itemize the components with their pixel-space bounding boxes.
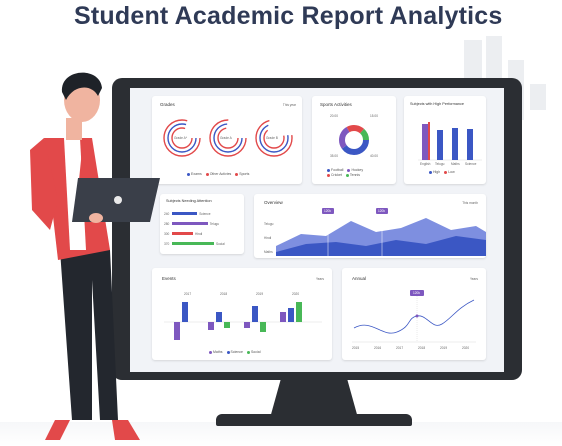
subjects-high-title: Subjects with High Performance xyxy=(410,102,465,106)
bar-telugu-high xyxy=(437,130,443,160)
monitor-base xyxy=(216,414,412,426)
annual-x-label: 2016 xyxy=(374,346,382,350)
annual-dropdown[interactable]: Years xyxy=(470,277,478,281)
bar-science-high xyxy=(467,129,473,160)
attention-label: Telugu xyxy=(209,222,220,226)
overview-label: Hindi xyxy=(264,236,272,240)
category-label: Science xyxy=(465,162,477,166)
category-label: Telugu xyxy=(435,162,445,166)
category-label: English xyxy=(420,162,431,166)
events-legend: Maths Science Social xyxy=(206,350,261,354)
category-label: Maths xyxy=(451,162,460,166)
overview-dropdown[interactable]: This month xyxy=(462,201,478,205)
year-label: 2019 xyxy=(256,292,264,296)
annual-card: Annual Years 120k 2015 2016 2017 2018 2019 20… xyxy=(342,268,486,360)
ring-label: Grade A xyxy=(220,136,232,140)
year-label: 2018 xyxy=(220,292,228,296)
annual-line-chart xyxy=(352,290,476,343)
overview-tag-label: 120k xyxy=(324,209,331,213)
overview-title: Overview xyxy=(264,200,283,205)
events-dropdown[interactable]: Years xyxy=(316,277,324,281)
overview-label: Maths xyxy=(264,250,273,254)
attention-label: Hindi xyxy=(195,232,203,236)
year-label: 2017 xyxy=(184,292,192,296)
annual-x-label: 2019 xyxy=(440,346,448,350)
annual-title: Annual xyxy=(352,276,367,281)
annual-line xyxy=(353,299,475,334)
subjects-high-card: Subjects with High Performance English T… xyxy=(404,96,486,184)
bar-english-low xyxy=(428,122,430,160)
sports-value: 40.00 xyxy=(370,154,378,158)
annual-x-label: 2018 xyxy=(418,346,426,350)
sports-card: Sports Activities 20.00 15.00 35.00 40.0… xyxy=(312,96,396,184)
annual-x-label: 2017 xyxy=(396,346,404,350)
sports-value: 15.00 xyxy=(370,114,378,118)
overview-card: Overview This month Telugu Hindi Maths 1… xyxy=(254,194,486,258)
sports-title: Sports Activities xyxy=(320,102,352,107)
annual-x-label: 2015 xyxy=(352,346,360,350)
sports-donut xyxy=(339,125,369,155)
overview-tag-label: 120k xyxy=(378,209,385,213)
annual-tag-label: 120k xyxy=(413,291,420,295)
overview-area-chart xyxy=(276,208,486,256)
ring-label: Grade B xyxy=(266,136,278,140)
attention-label: Science xyxy=(199,212,211,216)
grades-legend: Exams Other Activies Sports xyxy=(184,172,249,176)
sports-value: 35.00 xyxy=(330,154,338,158)
subjects-high-legend: High Low xyxy=(426,170,455,174)
attention-label: Social xyxy=(216,242,225,246)
person-illustration xyxy=(30,72,160,440)
subjects-high-chart xyxy=(418,122,482,161)
bar-maths-high xyxy=(452,128,458,160)
monitor-stand xyxy=(270,380,358,418)
sports-legend: Football Hockey Cricket Tennis xyxy=(324,168,390,178)
bar-english-high xyxy=(422,124,428,160)
grades-dropdown[interactable]: This year xyxy=(283,103,296,107)
sports-value: 20.00 xyxy=(330,114,338,118)
overview-label: Telugu xyxy=(264,222,274,226)
year-label: 2020 xyxy=(292,292,300,296)
annual-x-label: 2020 xyxy=(462,346,470,350)
